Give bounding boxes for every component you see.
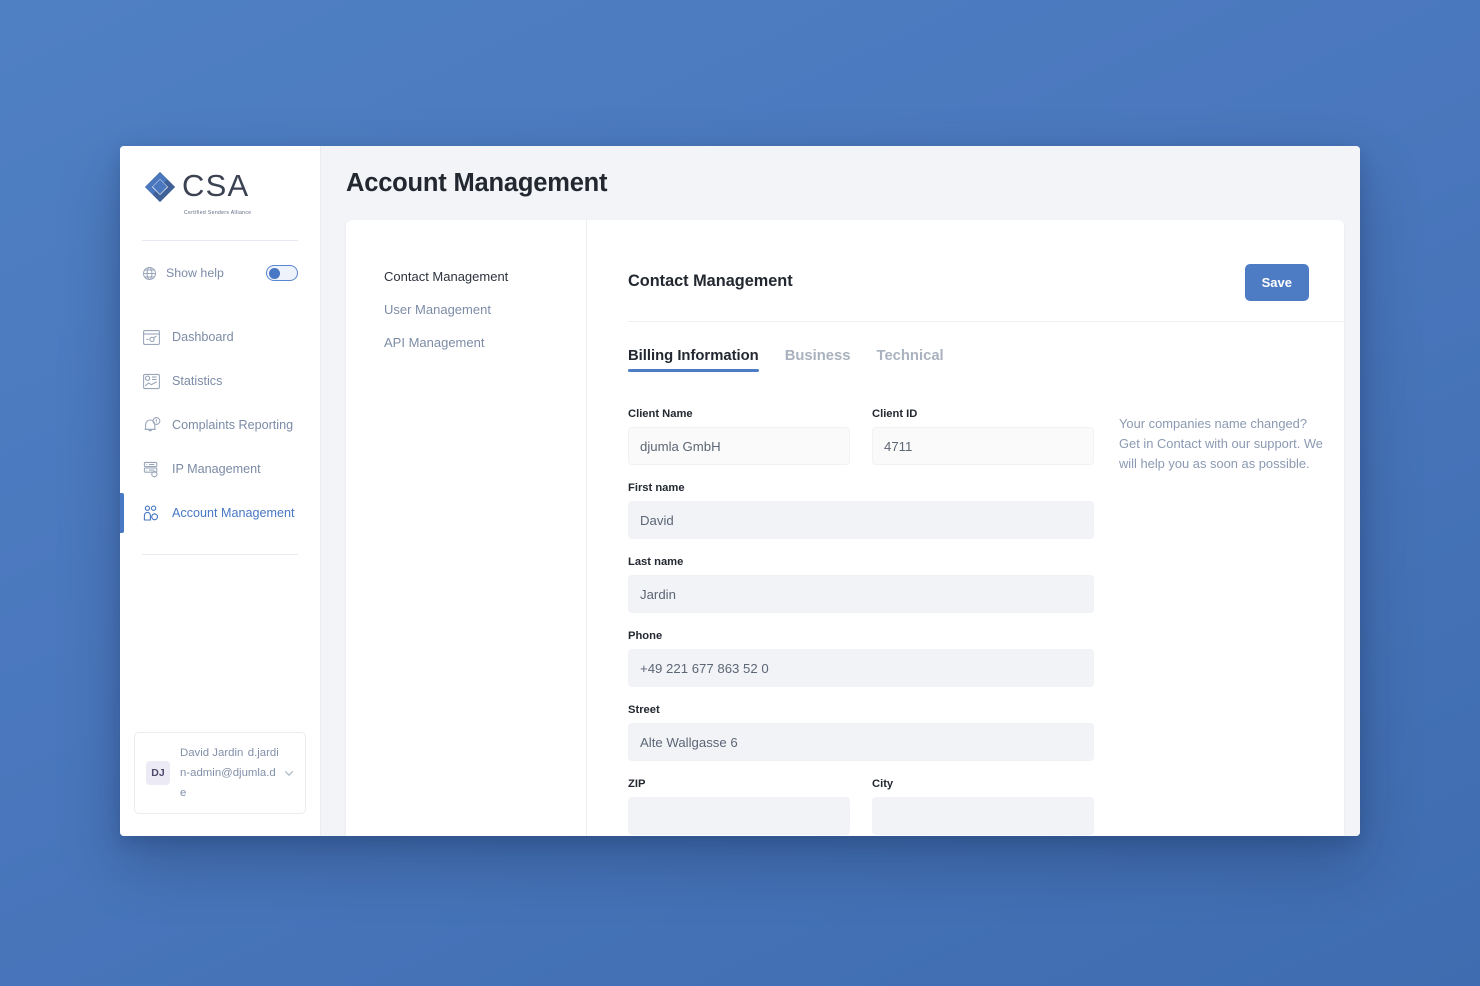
diamond-logo-icon xyxy=(142,171,178,207)
logo-tagline: Certified Senders Alliance xyxy=(184,210,252,216)
sidebar-item-label: Dashboard xyxy=(172,330,234,344)
client-id-input[interactable] xyxy=(872,427,1094,465)
field-label: First name xyxy=(628,482,685,494)
avatar: DJ xyxy=(146,761,170,785)
content-area: Account Management Contact Management Us… xyxy=(321,146,1360,836)
save-button[interactable]: Save xyxy=(1244,264,1309,301)
field-client-name: Client Name xyxy=(628,408,850,465)
subnav-item-api-management[interactable]: API Management xyxy=(384,326,586,359)
toggle-knob xyxy=(268,267,280,279)
sidebar-item-account-management[interactable]: Account Management xyxy=(120,491,320,535)
sidebar: CSA Certified Senders Alliance Show help xyxy=(120,146,321,836)
show-help-row[interactable]: Show help xyxy=(120,241,320,287)
sidebar-item-complaints-reporting[interactable]: Complaints Reporting xyxy=(120,403,320,447)
tab-technical[interactable]: Technical xyxy=(877,348,944,372)
user-account-card[interactable]: DJ David Jardin d.jardin-admin@djumla.de xyxy=(134,732,306,814)
field-row-zip-city: ZIP City xyxy=(628,778,1094,836)
dashboard-icon xyxy=(142,328,161,347)
logo-area[interactable]: CSA Certified Senders Alliance xyxy=(120,146,320,224)
field-label: City xyxy=(872,778,894,790)
sidebar-item-label: IP Management xyxy=(172,462,261,476)
first-name-input[interactable] xyxy=(628,501,1094,539)
panel-header: Contact Management Save xyxy=(628,220,1344,322)
statistics-icon xyxy=(142,372,161,391)
field-last-name: Last name xyxy=(628,556,1094,613)
field-label: Last name xyxy=(628,556,684,568)
main-card: Contact Management User Management API M… xyxy=(346,220,1344,836)
field-client-id: Client ID xyxy=(872,408,1094,465)
subnav-item-contact-management[interactable]: Contact Management xyxy=(384,260,586,293)
secondary-nav: Contact Management User Management API M… xyxy=(346,220,587,836)
zip-input[interactable] xyxy=(628,797,850,835)
panel-title: Contact Management xyxy=(628,272,793,290)
tab-billing-information[interactable]: Billing Information xyxy=(628,348,759,372)
primary-nav: Dashboard Statistics Complaints Reportin… xyxy=(120,287,320,535)
field-label: Client Name xyxy=(628,408,693,420)
page-title: Account Management xyxy=(346,168,608,197)
field-label: Client ID xyxy=(872,408,918,420)
sidebar-item-ip-management[interactable]: IP Management xyxy=(120,447,320,491)
phone-input[interactable] xyxy=(628,649,1094,687)
tab-business[interactable]: Business xyxy=(785,348,851,372)
sidebar-item-statistics[interactable]: Statistics xyxy=(120,359,320,403)
form-column: Client Name Client ID First name xyxy=(628,408,1094,836)
show-help-label: Show help xyxy=(166,266,224,280)
field-label: Street xyxy=(628,704,660,716)
sidebar-item-label: Statistics xyxy=(172,374,223,388)
sidebar-item-label: Complaints Reporting xyxy=(172,418,294,432)
form-area: Client Name Client ID First name xyxy=(628,372,1344,836)
street-input[interactable] xyxy=(628,723,1094,761)
field-zip: ZIP xyxy=(628,778,850,835)
field-phone: Phone xyxy=(628,630,1094,687)
chevron-down-icon[interactable] xyxy=(283,767,295,779)
form-panel: Contact Management Save Billing Informat… xyxy=(587,220,1344,836)
client-name-input[interactable] xyxy=(628,427,850,465)
show-help-toggle[interactable] xyxy=(266,265,298,281)
sidebar-item-dashboard[interactable]: Dashboard xyxy=(120,315,320,359)
help-column: Your companies name changed? Get in Cont… xyxy=(1094,408,1344,836)
page-header: Account Management xyxy=(321,146,1360,220)
field-first-name: First name xyxy=(628,482,1094,539)
account-users-icon xyxy=(142,504,161,523)
field-row-client: Client Name Client ID xyxy=(628,408,1094,482)
complaints-bell-icon xyxy=(142,416,161,435)
field-street: Street xyxy=(628,704,1094,761)
sidebar-item-label: Account Management xyxy=(172,506,295,520)
logo-wordmark: CSA xyxy=(182,168,250,203)
help-text: Your companies name changed? Get in Cont… xyxy=(1119,416,1323,471)
subnav-item-user-management[interactable]: User Management xyxy=(384,293,586,326)
field-city: City xyxy=(872,778,1094,835)
field-label: ZIP xyxy=(628,778,646,790)
app-window: CSA Certified Senders Alliance Show help xyxy=(120,146,1360,836)
globe-help-icon xyxy=(142,266,157,281)
user-name: David Jardin xyxy=(180,747,244,759)
tab-bar: Billing Information Business Technical xyxy=(628,322,1344,372)
last-name-input[interactable] xyxy=(628,575,1094,613)
city-input[interactable] xyxy=(872,797,1094,835)
csa-logo[interactable]: CSA Certified Senders Alliance xyxy=(142,170,298,219)
field-label: Phone xyxy=(628,630,663,642)
ip-server-icon xyxy=(142,460,161,479)
